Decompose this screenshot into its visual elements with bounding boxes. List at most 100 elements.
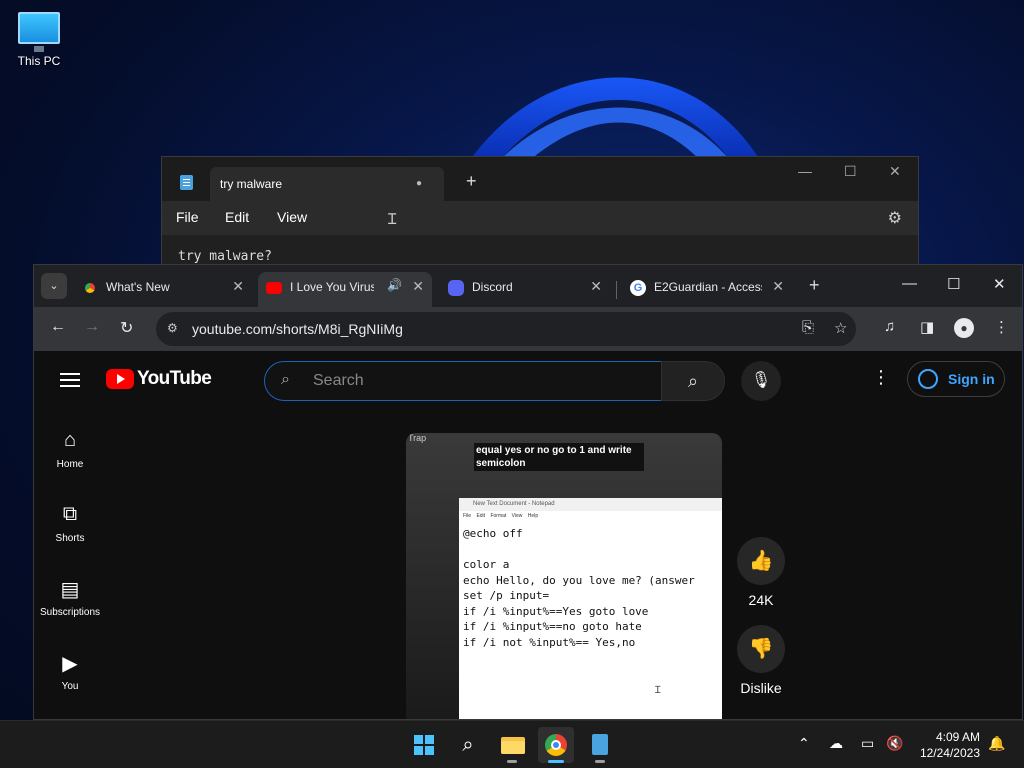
search-box[interactable]: ⌕ Search bbox=[264, 361, 662, 401]
sign-in-label: Sign in bbox=[948, 371, 995, 387]
sidebar-item-label: Shorts bbox=[55, 533, 85, 544]
menu-file[interactable]: File bbox=[176, 209, 199, 225]
youtube-logo-icon[interactable] bbox=[106, 369, 134, 389]
desktop-icon-this-pc[interactable]: This PC bbox=[8, 8, 70, 68]
account-icon bbox=[918, 369, 938, 389]
side-panel-icon[interactable]: ◨ bbox=[920, 318, 934, 336]
close-button[interactable]: ✕ bbox=[993, 275, 1006, 293]
notepad-tab[interactable]: try malware ● bbox=[210, 167, 444, 201]
minimize-button[interactable]: — bbox=[798, 163, 812, 179]
onedrive-icon[interactable]: ☁ bbox=[829, 735, 843, 752]
notification-bell-icon[interactable]: 🔔 bbox=[988, 735, 1005, 752]
reload-icon[interactable]: ↻ bbox=[120, 318, 133, 338]
tab-i-love-you-virus[interactable]: I Love You Virus 🔊 ✕ bbox=[258, 272, 432, 307]
unsaved-indicator-icon[interactable]: ● bbox=[416, 178, 422, 189]
tab-e2guardian[interactable]: G E2Guardian - Access ✕ bbox=[622, 272, 792, 307]
notepad-text-content[interactable]: try malware? bbox=[178, 249, 272, 264]
notepad-new-tab-button[interactable]: + bbox=[466, 171, 477, 192]
media-control-icon[interactable]: ♫ bbox=[884, 318, 895, 335]
embedded-notepad-title: New Text Document - Notepad bbox=[459, 498, 722, 511]
search-input[interactable]: Search bbox=[313, 372, 364, 390]
running-indicator bbox=[595, 760, 605, 763]
you-icon: ▶ bbox=[62, 653, 78, 675]
minimize-button[interactable]: — bbox=[902, 275, 917, 292]
sign-in-button[interactable]: Sign in bbox=[907, 361, 1005, 397]
menu-view[interactable]: View bbox=[277, 209, 307, 225]
chrome-window: ⌄ What's New ✕ I Love You Virus 🔊 ✕ Disc… bbox=[33, 264, 1023, 720]
embedded-notepad-code: @echo off color a echo Hello, do you love… bbox=[463, 526, 695, 650]
install-app-icon[interactable]: ⎘ bbox=[802, 319, 814, 336]
tab-title: Discord bbox=[472, 280, 513, 294]
notepad-tab-title: try malware bbox=[220, 177, 283, 191]
clock[interactable]: 4:09 AM 12/24/2023 bbox=[918, 729, 980, 761]
url-text[interactable]: youtube.com/shorts/M8i_RgNIiMg bbox=[192, 321, 403, 337]
tab-discord[interactable]: Discord ✕ bbox=[440, 272, 610, 307]
notepad-app-icon bbox=[180, 175, 193, 190]
search-icon[interactable]: ⌕ bbox=[450, 727, 486, 763]
close-tab-icon[interactable]: ✕ bbox=[232, 278, 244, 295]
monitor-icon bbox=[18, 12, 60, 52]
profile-avatar-icon[interactable]: ● bbox=[954, 318, 974, 338]
close-button[interactable]: ✕ bbox=[889, 163, 901, 180]
file-explorer-icon[interactable] bbox=[494, 727, 530, 763]
audio-playing-icon[interactable]: 🔊 bbox=[387, 278, 402, 292]
search-button[interactable]: ⌕ bbox=[661, 361, 725, 401]
site-info-icon[interactable]: ⚙ bbox=[167, 321, 178, 335]
like-action[interactable]: 👍 24K bbox=[737, 537, 785, 608]
sidebar-item-label: You bbox=[61, 681, 79, 692]
tab-title: E2Guardian - Access bbox=[654, 280, 762, 294]
sidebar-item-home[interactable]: ⌂ Home bbox=[34, 429, 106, 470]
youtube-page: YouTube ⌕ Search ⌕ 🎙 ⋮ Sign in ⌂ Home ⧉ … bbox=[34, 351, 1022, 719]
tab-separator bbox=[616, 281, 617, 299]
tab-title: What's New bbox=[106, 280, 170, 294]
bookmark-star-icon[interactable]: ☆ bbox=[834, 319, 847, 337]
youtube-logo-text[interactable]: YouTube bbox=[137, 368, 212, 390]
text-cursor-icon: Ɪ bbox=[388, 211, 397, 228]
new-tab-button[interactable]: + bbox=[809, 275, 820, 296]
sidebar-item-label: Subscriptions bbox=[39, 607, 101, 618]
sidebar-item-you[interactable]: ▶ You bbox=[34, 651, 106, 692]
hamburger-menu-icon[interactable] bbox=[60, 373, 80, 387]
notepad-menubar: File Edit View Ɪ ⚙ bbox=[162, 201, 918, 235]
shorts-video-player[interactable]: Trap equal yes or no go to 1 and write s… bbox=[406, 433, 722, 719]
address-bar[interactable]: ⚙ youtube.com/shorts/M8i_RgNIiMg ⎘ ☆ bbox=[156, 312, 856, 346]
forward-icon[interactable]: → bbox=[84, 318, 100, 336]
menu-edit[interactable]: Edit bbox=[225, 209, 249, 225]
close-tab-icon[interactable]: ✕ bbox=[412, 278, 424, 295]
thumbs-down-icon[interactable]: 👎 bbox=[737, 625, 785, 673]
subscriptions-icon: ▤ bbox=[60, 579, 80, 601]
maximize-button[interactable]: ☐ bbox=[947, 275, 960, 293]
tab-whats-new[interactable]: What's New ✕ bbox=[74, 272, 252, 307]
chevron-up-icon[interactable]: ⌃ bbox=[798, 735, 810, 752]
sidebar-item-shorts[interactable]: ⧉ Shorts bbox=[34, 503, 106, 544]
notepad-taskbar-icon[interactable] bbox=[582, 727, 618, 763]
youtube-icon bbox=[266, 282, 282, 294]
tab-search-button[interactable]: ⌄ bbox=[41, 273, 67, 299]
like-count: 24K bbox=[748, 592, 774, 608]
code-line: if /i %input%==no goto hate bbox=[463, 620, 642, 633]
maximize-button[interactable]: ☐ bbox=[844, 163, 857, 180]
dislike-action[interactable]: 👎 Dislike bbox=[737, 625, 785, 696]
settings-gear-icon[interactable]: ⚙ bbox=[888, 208, 902, 228]
volume-muted-icon[interactable]: 🔇 bbox=[886, 735, 903, 752]
network-icon[interactable]: ▭ bbox=[861, 735, 874, 752]
sidebar-item-subscriptions[interactable]: ▤ Subscriptions bbox=[34, 577, 106, 618]
thumbs-up-icon[interactable]: 👍 bbox=[737, 537, 785, 585]
code-line: color a bbox=[463, 558, 510, 571]
back-icon[interactable]: ← bbox=[50, 318, 66, 336]
start-button[interactable] bbox=[406, 727, 442, 763]
microphone-icon[interactable]: 🎙 bbox=[741, 361, 781, 401]
video-corner-label: Trap bbox=[408, 433, 427, 443]
embedded-notepad-menu: File Edit Format View Help bbox=[463, 513, 539, 519]
chrome-icon bbox=[82, 280, 98, 296]
chrome-taskbar-icon[interactable] bbox=[538, 727, 574, 763]
running-indicator bbox=[507, 760, 517, 763]
google-icon: G bbox=[630, 280, 646, 296]
home-icon: ⌂ bbox=[63, 429, 77, 451]
close-tab-icon[interactable]: ✕ bbox=[590, 278, 602, 295]
discord-icon bbox=[448, 280, 464, 296]
more-options-icon[interactable]: ⋮ bbox=[872, 367, 890, 388]
close-tab-icon[interactable]: ✕ bbox=[772, 278, 784, 295]
chrome-menu-icon[interactable]: ⋮ bbox=[994, 318, 1009, 336]
